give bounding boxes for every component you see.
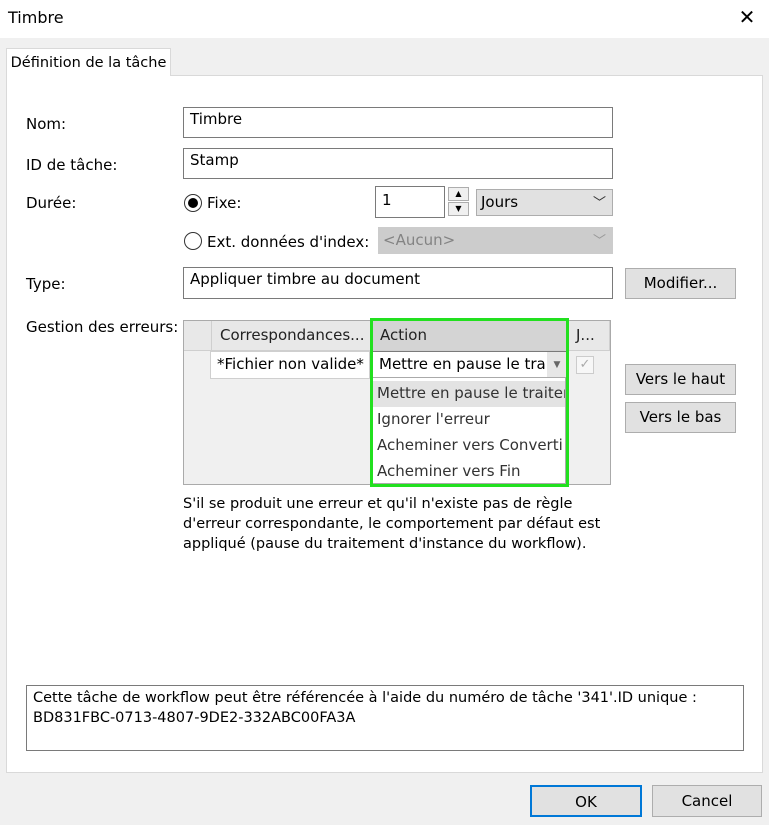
ext-index-radio[interactable] (184, 232, 202, 250)
spin-down-button[interactable]: ▼ (448, 202, 469, 216)
ok-button[interactable]: OK (530, 785, 642, 817)
duration-unit-select[interactable]: Jours ﹀ (476, 189, 613, 216)
chevron-down-icon: ﹀ (592, 234, 606, 249)
column-header-matches[interactable]: Correspondances... (212, 321, 372, 351)
name-label: Nom: (26, 115, 67, 133)
action-cell-value: Mettre en pause le tra (379, 355, 546, 373)
spin-up-button[interactable]: ▲ (448, 187, 469, 201)
fixed-label: Fixe: (207, 194, 242, 212)
dropdown-arrow-icon[interactable]: ▼ (547, 352, 567, 378)
ext-index-label: Ext. données d'index: (207, 233, 370, 251)
ext-index-value: <Aucun> (383, 231, 456, 249)
error-handling-label: Gestion des erreurs: (26, 318, 179, 336)
duration-label: Durée: (26, 194, 77, 212)
fixed-radio[interactable] (184, 194, 202, 212)
column-header-action[interactable]: Action (372, 321, 568, 351)
duration-unit-value: Jours (481, 193, 519, 211)
dropdown-option[interactable]: Ignorer l'erreur (373, 407, 565, 433)
dropdown-option[interactable]: Mettre en pause le traiten (373, 381, 565, 407)
modify-button[interactable]: Modifier... (625, 268, 736, 299)
move-up-button[interactable]: Vers le haut (625, 364, 736, 395)
window-title: Timbre (8, 8, 64, 27)
task-reference-box: Cette tâche de workflow peut être référe… (26, 685, 744, 751)
info-line: appliqué (pause du traitement d'instance… (183, 536, 587, 552)
duration-input[interactable]: 1 (375, 186, 445, 218)
default-behavior-text: S'il se produit une erreur et qu'il n'ex… (183, 494, 623, 554)
grid-corner (184, 321, 212, 351)
dropdown-option[interactable]: Acheminer vers Converti (373, 433, 565, 459)
cancel-button[interactable]: Cancel (652, 785, 762, 817)
ext-index-select: <Aucun> ﹀ (378, 227, 613, 254)
type-input[interactable]: Appliquer timbre au document (183, 267, 613, 299)
info-line: S'il se produit une erreur et qu'il n'ex… (183, 496, 573, 512)
action-cell-combo[interactable]: Mettre en pause le tra ▼ (372, 351, 568, 379)
type-label: Type: (26, 275, 66, 293)
name-input[interactable]: Timbre (183, 107, 613, 138)
dropdown-option[interactable]: Acheminer vers Fin (373, 459, 565, 485)
move-down-button[interactable]: Vers le bas (625, 402, 736, 433)
title-bar (0, 0, 769, 38)
info-line: d'erreur correspondante, le comportement… (183, 516, 601, 532)
unique-id-line: BD831FBC-0713-4807-9DE2-332ABC00FA3A (33, 710, 356, 726)
checkbox-icon[interactable]: ✓ (576, 356, 594, 374)
task-id-input[interactable]: Stamp (183, 148, 613, 179)
tab-task-definition[interactable]: Définition de la tâche (6, 48, 171, 76)
action-dropdown-list: Mettre en pause le traiten Ignorer l'err… (372, 377, 566, 484)
close-icon[interactable]: ✕ (735, 4, 759, 30)
table-row-match-cell[interactable]: *Fichier non valide* (210, 351, 370, 379)
column-header-j[interactable]: J... (568, 321, 610, 351)
reference-line: Cette tâche de workflow peut être référe… (33, 690, 697, 706)
task-id-label: ID de tâche: (26, 156, 118, 174)
chevron-down-icon: ﹀ (592, 196, 606, 211)
